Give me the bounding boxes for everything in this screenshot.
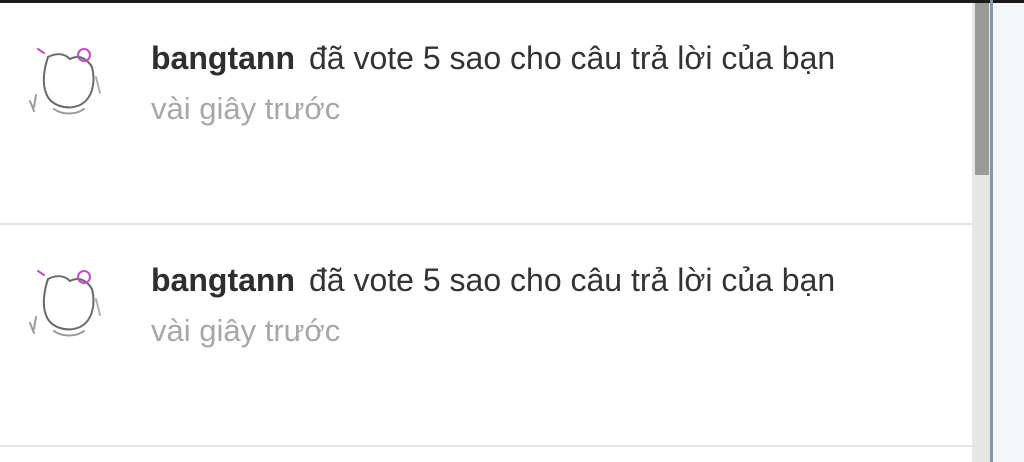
notification-item[interactable]: bangtann đã vote 5 sao cho câu trả lời củ… [0,3,972,225]
notification-message: đã vote 5 sao cho câu trả lời của bạn [308,40,836,76]
notification-username[interactable]: bangtann [151,262,295,298]
notification-message: đã vote 5 sao cho câu trả lời của bạn [308,262,836,298]
notification-item[interactable]: bangtann đã vote 5 sao cho câu trả lời củ… [0,225,972,447]
avatar[interactable] [26,37,110,121]
notification-time: vài giây trước [151,91,341,126]
notification-text: bangtann đã vote 5 sao cho câu trả lời củ… [151,253,951,307]
scrollbar[interactable] [972,3,990,462]
notification-list: bangtann đã vote 5 sao cho câu trả lời củ… [0,3,972,462]
notification-text: bangtann đã vote 5 sao cho câu trả lời củ… [151,31,951,85]
scrollbar-thumb[interactable] [975,3,989,175]
notification-time: vài giây trước [151,313,341,348]
avatar[interactable] [26,259,110,343]
notification-content: bangtann đã vote 5 sao cho câu trả lời củ… [151,253,951,353]
notification-content: bangtann đã vote 5 sao cho câu trả lời củ… [151,31,951,131]
background-area [993,3,1024,462]
notification-window: bangtann đã vote 5 sao cho câu trả lời củ… [0,0,1024,462]
notification-username[interactable]: bangtann [151,40,295,76]
